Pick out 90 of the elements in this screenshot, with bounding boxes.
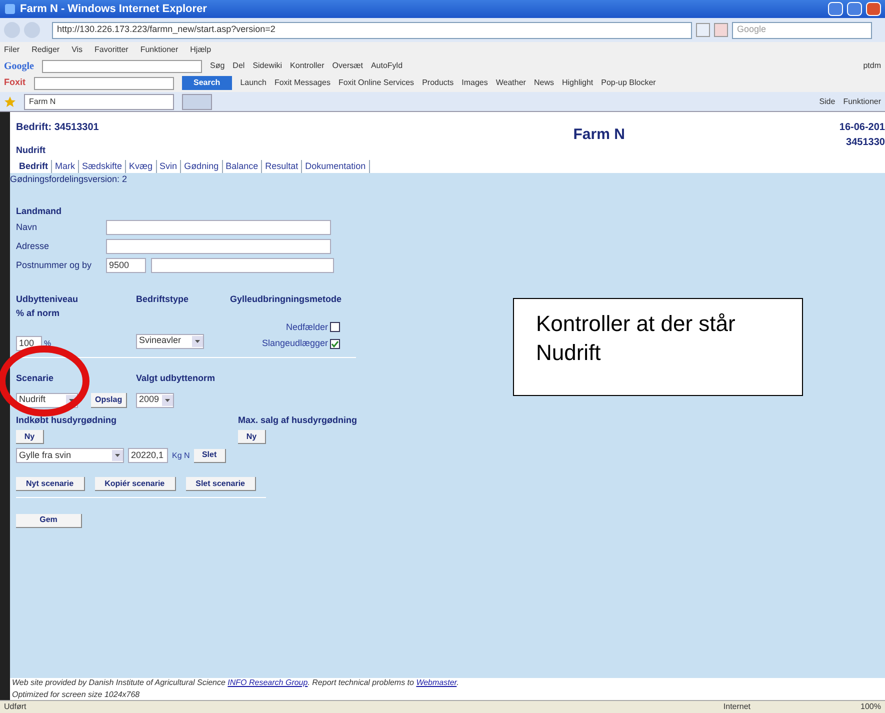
menu-item[interactable]: Rediger	[32, 44, 60, 56]
scenario-name: Nudrift	[15, 144, 46, 157]
date: 16-06-201	[839, 121, 885, 135]
toolbar-item[interactable]: Søg	[210, 60, 225, 72]
checkbox-label: Nedfælder	[286, 320, 328, 334]
toolbar-item[interactable]: Foxit Messages	[274, 77, 330, 89]
toolbar-item[interactable]: Images	[462, 77, 488, 89]
toolbar-item[interactable]: News	[534, 77, 554, 89]
annotation-callout: Kontroller at der står Nudrift	[513, 298, 803, 396]
input-field[interactable]: 9500	[106, 258, 146, 273]
toolbar-item[interactable]: Sidewiki	[252, 60, 282, 72]
toolbar-item[interactable]: Launch	[240, 77, 266, 89]
menu-item[interactable]: Favoritter	[94, 44, 128, 56]
scenario-button[interactable]: Kopiér scenarie	[94, 477, 176, 491]
toolbar-item[interactable]: Oversæt	[332, 60, 363, 72]
unit-label: %	[44, 338, 52, 350]
section-heading: Udbytteniveau	[16, 293, 80, 306]
foxit-logo[interactable]: Foxit	[4, 76, 26, 90]
section-heading: Indkøbt husdyrgødning	[16, 414, 118, 427]
account-name[interactable]: ptdm	[863, 60, 881, 72]
browser-icon	[4, 3, 16, 15]
foxit-search-field[interactable]	[34, 76, 174, 90]
back-button[interactable]	[4, 22, 20, 38]
delete-button[interactable]: Slet	[194, 448, 226, 462]
field-label: Navn	[16, 220, 38, 234]
company-number: Bedrift: 34513301	[16, 121, 99, 135]
section-heading: Valgt udbyttenorm	[136, 372, 216, 385]
farm-type-select[interactable]: Svineavler	[136, 334, 204, 348]
toolbar-item[interactable]: Del	[232, 60, 245, 72]
scenario-button[interactable]: Nyt scenarie	[16, 477, 85, 491]
checkbox-label: Slangeudlægger	[262, 337, 328, 350]
star-icon[interactable]	[4, 96, 16, 108]
menu-item[interactable]: Funktioner	[140, 44, 178, 56]
checkbox[interactable]	[330, 338, 340, 349]
toolbar-item[interactable]: Foxit Online Services	[338, 77, 414, 89]
toolbar-item[interactable]: Highlight	[562, 77, 594, 89]
new-button[interactable]: Ny	[16, 430, 44, 444]
input-field[interactable]: 20220,1	[128, 448, 168, 463]
unit-label: Kg N	[172, 450, 190, 462]
maximize-button[interactable]	[847, 2, 862, 16]
section-heading: Scenarie	[16, 372, 55, 385]
company-id: 3451330	[846, 136, 885, 150]
input-field[interactable]	[106, 239, 331, 254]
command-item[interactable]: Funktioner	[843, 96, 881, 108]
scenario-button[interactable]: Slet scenarie	[186, 477, 256, 491]
toolbar-item[interactable]: Kontroller	[290, 60, 324, 72]
stop-button[interactable]	[714, 23, 728, 37]
google-search-field[interactable]	[42, 60, 202, 72]
toolbar-item[interactable]: AutoFyld	[370, 60, 403, 72]
save-button[interactable]: Gem	[16, 514, 82, 528]
field-label: Postnummer og by	[16, 258, 93, 272]
address-field[interactable]: http://130.226.173.223/farmn_new/start.asp?version=2	[52, 22, 692, 38]
new-button[interactable]: Ny	[238, 430, 266, 444]
footer-link[interactable]: INFO Research Group	[228, 678, 308, 687]
field-label: Adresse	[16, 240, 50, 253]
footer-link[interactable]: Webmaster	[416, 678, 457, 687]
manure-type-select[interactable]: Gylle fra svin	[16, 448, 124, 463]
refresh-button[interactable]	[696, 23, 710, 37]
section-heading: Max. salg af husdyrgødning	[238, 414, 358, 427]
section-heading: Bedriftstype	[136, 293, 190, 306]
footer-text: Optimized for screen size 1024x768	[12, 689, 141, 701]
section-subheading: % af norm	[16, 306, 61, 320]
status-text: Udført	[4, 701, 26, 713]
browser-tab[interactable]: Farm N	[24, 94, 174, 110]
search-button[interactable]: Search	[182, 76, 232, 90]
norm-select[interactable]: 2009	[136, 392, 174, 408]
toolbar-item[interactable]: Products	[422, 77, 454, 89]
minimize-button[interactable]	[828, 2, 843, 16]
section-heading: Gylleudbringningsmetode	[230, 293, 342, 306]
menu-item[interactable]: Hjælp	[190, 44, 212, 56]
footer-text: Web site provided by Danish Institute of Agricultural Science INFO Research Group. Report technical problems to Webmaster.	[12, 677, 460, 689]
toolbar-item[interactable]: Pop-up Blocker	[601, 77, 656, 89]
site-title: Farm N	[573, 125, 625, 142]
window-title: Farm N - Windows Internet Explorer	[20, 2, 207, 17]
zoom-level[interactable]: 100%	[860, 701, 881, 713]
menu-item[interactable]: Vis	[72, 44, 83, 56]
section-heading: Landmand	[15, 204, 63, 218]
forward-button[interactable]	[24, 22, 40, 38]
command-item[interactable]: Side	[819, 96, 836, 108]
toolbar-item[interactable]: Weather	[496, 77, 526, 89]
security-zone: Internet	[723, 701, 751, 713]
input-field[interactable]	[151, 258, 334, 273]
input-field[interactable]	[106, 220, 331, 235]
new-tab-button[interactable]	[182, 94, 212, 110]
menu-item[interactable]: Filer	[4, 44, 20, 56]
version-label: Gødningsfordelingsversion: 2	[10, 173, 128, 186]
close-button[interactable]	[866, 2, 881, 16]
lookup-button[interactable]: Opslag	[91, 392, 128, 408]
google-logo: Google	[4, 60, 34, 74]
checkbox[interactable]	[330, 322, 340, 332]
